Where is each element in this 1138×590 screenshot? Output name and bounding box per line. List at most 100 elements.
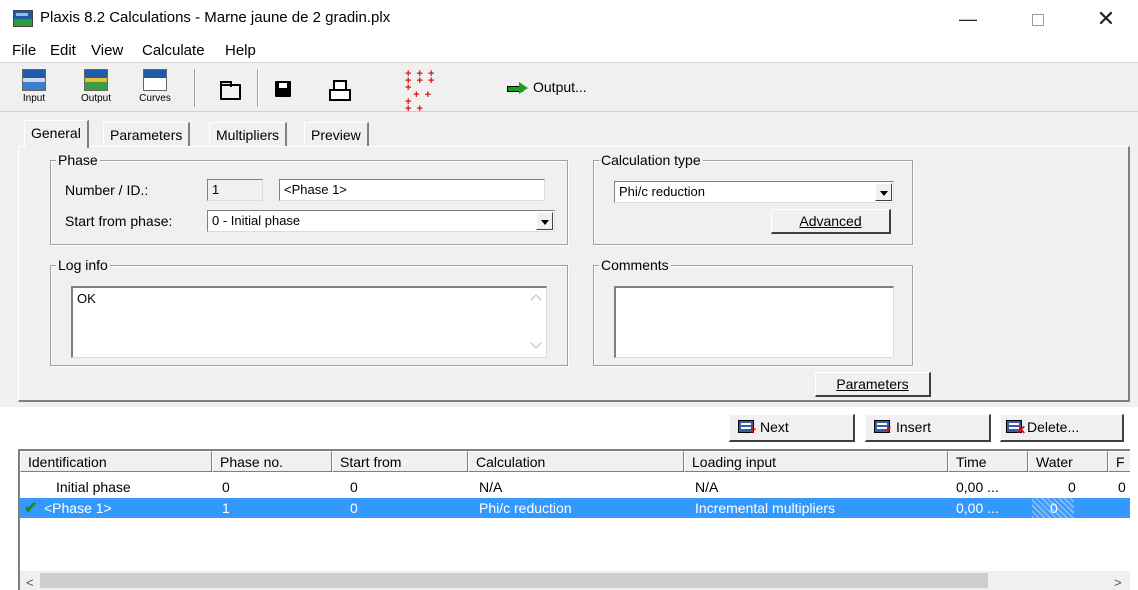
- tab-general[interactable]: General: [24, 120, 89, 148]
- log-info-group-title: Log info: [56, 257, 110, 273]
- table-row-selected[interactable]: ✔ <Phase 1> 1 0 Phi/c reduction Incremen…: [20, 498, 1130, 518]
- comments-group: Comments: [593, 257, 913, 366]
- calculation-type-group: Calculation type Phi/c reduction Advance…: [593, 152, 913, 245]
- cell-calculation: N/A: [479, 479, 503, 495]
- output-program-icon: [84, 69, 108, 91]
- tab-general-label: General: [31, 125, 81, 141]
- print-icon[interactable]: [328, 79, 351, 101]
- delete-button-label: Delete...: [1027, 419, 1080, 435]
- output-program-button[interactable]: Output: [78, 69, 114, 109]
- toolbar-separator: [257, 69, 259, 107]
- chevron-down-icon[interactable]: [875, 183, 892, 201]
- col-f[interactable]: F: [1108, 451, 1130, 472]
- col-water[interactable]: Water: [1028, 451, 1108, 472]
- menu-edit[interactable]: Edit: [50, 42, 76, 59]
- col-loading-input[interactable]: Loading input: [684, 451, 948, 472]
- checkmark-icon: ✔: [24, 500, 38, 517]
- mesh-points-icon[interactable]: + + ++ + + + + + ++ + +: [405, 69, 439, 122]
- insert-button[interactable]: Insert: [865, 414, 991, 442]
- parameters-button[interactable]: Parameters: [815, 372, 931, 397]
- delete-phase-icon: [1006, 420, 1026, 436]
- next-button[interactable]: Next: [729, 414, 855, 442]
- output-button-label: Output...: [533, 79, 587, 95]
- col-start-from[interactable]: Start from: [332, 451, 468, 472]
- plaxis-app-icon: [13, 10, 33, 27]
- output-button[interactable]: Output...: [507, 79, 587, 95]
- tab-preview-label: Preview: [311, 127, 361, 143]
- cell-time: 0,00 ...: [956, 479, 999, 495]
- curves-program-icon: [143, 69, 167, 91]
- start-from-phase-select[interactable]: 0 - Initial phase: [207, 210, 555, 232]
- phase-number-field: 1: [207, 179, 263, 201]
- toolbar-separator: [194, 69, 196, 107]
- next-phase-icon: [738, 420, 756, 436]
- menu-calculate[interactable]: Calculate: [142, 42, 205, 59]
- number-id-label: Number / ID.:: [65, 182, 149, 198]
- chevron-down-icon[interactable]: [536, 212, 553, 230]
- scroll-left-icon[interactable]: <: [26, 575, 34, 590]
- maximize-icon: [1032, 14, 1044, 27]
- advanced-button-label: Advanced: [799, 213, 862, 229]
- input-label: Input: [22, 93, 46, 104]
- scroll-up-icon[interactable]: [530, 294, 542, 306]
- menu-help[interactable]: Help: [225, 42, 256, 59]
- tab-parameters-label: Parameters: [110, 127, 183, 143]
- tab-parameters[interactable]: Parameters: [103, 122, 191, 147]
- curves-button[interactable]: Curves: [137, 69, 173, 109]
- cell-loading-input: Incremental multipliers: [695, 500, 836, 516]
- menu-view[interactable]: View: [91, 42, 123, 59]
- toolbar: Input Output Curves + + + + + + + + + + + …: [0, 62, 1138, 122]
- menu-file[interactable]: File: [12, 42, 36, 59]
- folder-open-icon[interactable]: [218, 79, 241, 101]
- phase-id-input[interactable]: <Phase 1>: [279, 179, 545, 201]
- phase-group: Phase Number / ID.: 1 <Phase 1> Start fr…: [50, 152, 568, 245]
- minimize-button[interactable]: —: [945, 4, 991, 34]
- window-title: Plaxis 8.2 Calculations - Marne jaune de…: [40, 9, 391, 26]
- scrollbar-thumb[interactable]: [40, 573, 988, 588]
- maximize-button[interactable]: [1015, 4, 1061, 34]
- advanced-button[interactable]: Advanced: [771, 209, 891, 234]
- calculation-type-select[interactable]: Phi/c reduction: [614, 181, 894, 203]
- phase-group-title: Phase: [56, 152, 100, 168]
- close-button[interactable]: ✕: [1083, 4, 1129, 34]
- log-info-textarea[interactable]: OK: [71, 286, 547, 358]
- scroll-down-icon[interactable]: [530, 337, 542, 349]
- green-arrow-icon: [507, 82, 529, 95]
- parameters-button-label: Parameters: [836, 376, 909, 392]
- cell-time: 0,00 ...: [956, 500, 999, 516]
- col-time[interactable]: Time: [948, 451, 1028, 472]
- title-bar: Plaxis 8.2 Calculations - Marne jaune de…: [0, 0, 1138, 38]
- table-header: Identification Phase no. Start from Calc…: [20, 451, 1130, 472]
- cell-water: 0: [1050, 500, 1058, 516]
- cell-phase-no: 1: [222, 500, 230, 516]
- cell-calculation: Phi/c reduction: [479, 500, 572, 516]
- cell-identification: Initial phase: [56, 479, 131, 495]
- start-from-phase-label: Start from phase:: [65, 213, 173, 229]
- phases-table: Identification Phase no. Start from Calc…: [18, 449, 1130, 590]
- input-button[interactable]: Input: [16, 69, 52, 109]
- menu-bar: File Edit View Calculate Help: [0, 38, 1138, 62]
- delete-button[interactable]: Delete...: [1000, 414, 1124, 442]
- start-from-phase-value: 0 - Initial phase: [212, 213, 301, 228]
- cell-start-from: 0: [350, 479, 358, 495]
- tab-multipliers[interactable]: Multipliers: [209, 122, 288, 147]
- scroll-right-icon[interactable]: >: [1114, 575, 1122, 590]
- col-phase-no[interactable]: Phase no.: [212, 451, 332, 472]
- col-identification[interactable]: Identification: [20, 451, 212, 472]
- cell-start-from: 0: [350, 500, 358, 516]
- insert-phase-icon: [874, 420, 893, 436]
- input-program-icon: [22, 69, 46, 91]
- col-calculation[interactable]: Calculation: [468, 451, 684, 472]
- phase-settings-area: General Parameters Multipliers Preview P…: [0, 112, 1138, 407]
- tab-preview[interactable]: Preview: [304, 122, 369, 147]
- comments-textarea[interactable]: [614, 286, 894, 358]
- horizontal-scrollbar[interactable]: < >: [20, 571, 1130, 590]
- save-icon[interactable]: [273, 79, 295, 101]
- calculation-type-group-title: Calculation type: [599, 152, 703, 168]
- calculation-type-value: Phi/c reduction: [619, 184, 705, 199]
- insert-button-label: Insert: [896, 419, 932, 435]
- curves-label: Curves: [139, 93, 171, 104]
- table-row[interactable]: Initial phase 0 0 N/A N/A 0,00 ... 0 0: [20, 477, 1130, 497]
- log-info-scrollbar[interactable]: [528, 288, 546, 357]
- cell-f: 0: [1118, 479, 1126, 495]
